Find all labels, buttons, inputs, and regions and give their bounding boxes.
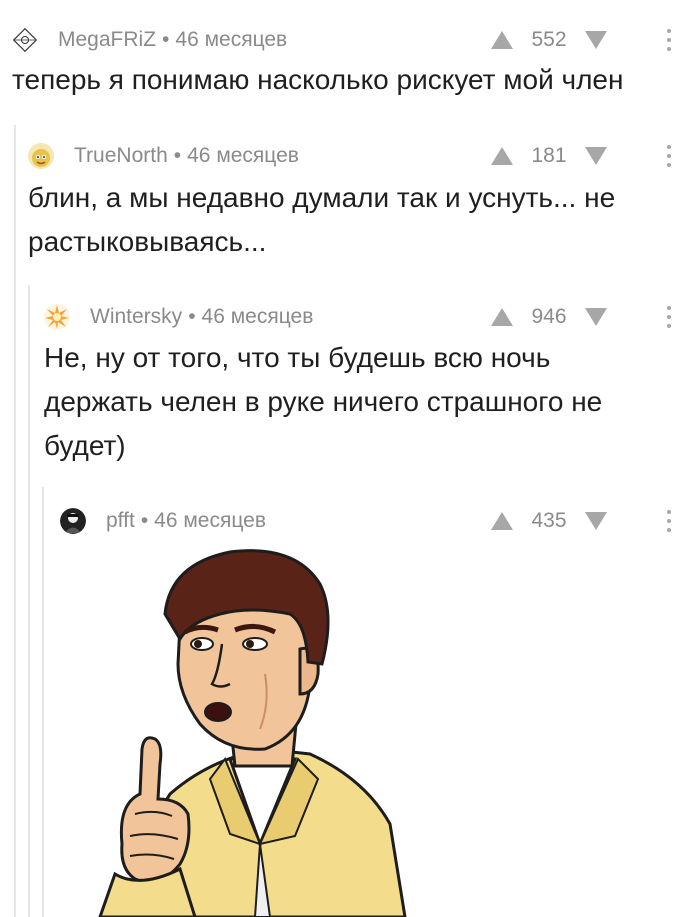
yellow-creature-icon[interactable] [28, 143, 54, 169]
sunburst-icon[interactable] [44, 304, 70, 330]
comment-text: теперь я понимаю насколько рискует мой ч… [12, 64, 624, 95]
comment-time[interactable]: 46 месяцев [187, 144, 299, 168]
meta-separator: • [140, 509, 149, 532]
more-options-icon[interactable] [659, 22, 679, 58]
comment-meta: pfft • 46 месяцев [60, 503, 266, 539]
upvote-arrow-icon[interactable] [486, 503, 518, 539]
upvote-arrow-icon[interactable] [486, 299, 518, 335]
comment-rating: 552 [486, 22, 612, 58]
comment-rating: 946 [486, 299, 612, 335]
more-options-icon[interactable] [659, 138, 679, 174]
downvote-arrow-icon[interactable] [580, 503, 612, 539]
cartoon-man-thumbs-up-illustration [98, 549, 407, 917]
comment-rating: 181 [486, 138, 612, 174]
comment-author[interactable]: MegaFRiZ [58, 28, 156, 52]
comment-meta: Wintersky • 46 месяцев [44, 299, 313, 335]
thread-line-level-1 [14, 125, 16, 917]
comment-text: блин, а мы недавно думали так и уснуть..… [28, 182, 616, 257]
comment-time[interactable]: 46 месяцев [175, 28, 287, 52]
comment-author[interactable]: Wintersky [90, 305, 182, 329]
thread-line-level-3 [42, 487, 44, 917]
upvote-arrow-icon[interactable] [486, 22, 518, 58]
comment-score: 946 [531, 305, 567, 328]
meta-separator: • [173, 144, 182, 167]
comment-text: Не, ну от того, что ты будешь всю ночь д… [44, 342, 603, 461]
meta-separator: • [188, 305, 196, 328]
dark-figure-icon[interactable] [60, 508, 86, 534]
comment-meta: MegaFRiZ • 46 месяцев [12, 22, 287, 58]
thread-line-level-2 [28, 285, 30, 917]
downvote-arrow-icon[interactable] [580, 299, 612, 335]
upvote-arrow-icon[interactable] [486, 138, 518, 174]
comment-time[interactable]: 46 месяцев [154, 509, 266, 533]
comment-meta: TrueNorth • 46 месяцев [28, 138, 299, 174]
comment-author[interactable]: pfft [106, 509, 135, 533]
comment-score: 552 [531, 28, 567, 51]
diamond-logo-icon[interactable] [12, 27, 38, 53]
comment-score: 181 [531, 144, 567, 167]
comment-author[interactable]: TrueNorth [74, 144, 168, 168]
comment-rating: 435 [486, 503, 612, 539]
downvote-arrow-icon[interactable] [580, 22, 612, 58]
comment-time[interactable]: 46 месяцев [202, 305, 314, 329]
meta-separator: • [162, 28, 170, 51]
comment-score: 435 [531, 509, 567, 532]
more-options-icon[interactable] [659, 503, 679, 539]
more-options-icon[interactable] [659, 299, 679, 335]
comment-image[interactable] [60, 544, 440, 917]
downvote-arrow-icon[interactable] [580, 138, 612, 174]
